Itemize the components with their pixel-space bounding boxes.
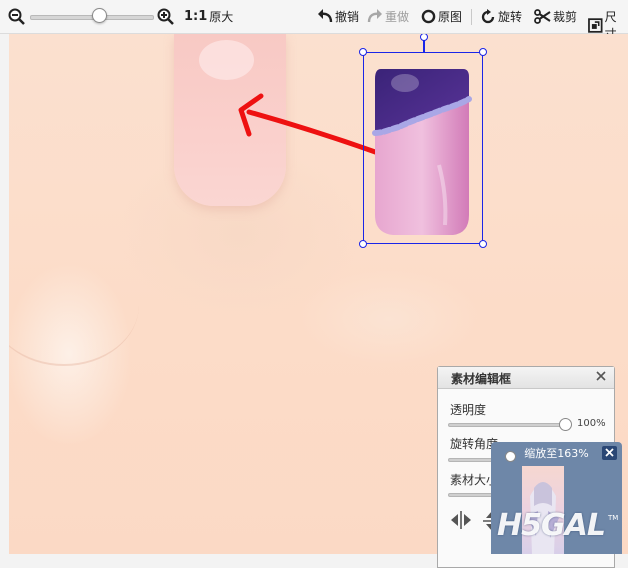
opacity-slider-thumb[interactable] <box>559 418 572 431</box>
panel-header[interactable]: 素材编辑框 <box>438 367 614 389</box>
toolbar-separator <box>471 9 472 25</box>
redo-button[interactable]: 重做 <box>367 8 409 25</box>
undo-label: 撤销 <box>335 10 360 24</box>
opacity-slider-track[interactable] <box>448 423 570 427</box>
original-image-button[interactable]: 原图 <box>421 8 462 25</box>
zoom-preview-overlay: 缩放至163% H5GAL TM <box>491 442 622 554</box>
redo-label: 重做 <box>385 10 410 24</box>
zoom-slider-thumb[interactable] <box>92 8 107 23</box>
original-image-label: 原图 <box>438 10 463 24</box>
redo-icon <box>367 9 382 23</box>
panel-title: 素材编辑框 <box>451 372 512 386</box>
crop-label: 裁剪 <box>553 10 578 24</box>
resize-handle-top-right[interactable] <box>479 48 487 56</box>
toolbar: 1:1 原大 撤销 重做 原图 旋转 裁剪 尺 <box>0 0 628 41</box>
scissors-icon <box>534 9 551 24</box>
preview-slider-thumb[interactable] <box>505 451 516 462</box>
original-size-button[interactable]: 1:1 原大 <box>184 8 233 25</box>
watermark-tm: TM <box>608 514 619 522</box>
ratio-label: 1:1 <box>184 9 208 24</box>
resize-icon <box>588 17 603 33</box>
undo-icon <box>318 9 333 23</box>
zoom-in-icon[interactable] <box>157 8 175 26</box>
rotate-button[interactable]: 旋转 <box>480 8 522 25</box>
close-icon[interactable] <box>595 370 607 382</box>
original-size-label: 原大 <box>209 10 234 24</box>
resize-handle-bottom-right[interactable] <box>479 240 487 248</box>
crop-button[interactable]: 裁剪 <box>534 8 577 25</box>
zoom-out-icon[interactable] <box>8 8 26 26</box>
resize-handle-top-left[interactable] <box>359 48 367 56</box>
rotation-stem <box>423 39 425 53</box>
opacity-value: 100% <box>577 418 606 429</box>
undo-button[interactable]: 撤销 <box>317 8 359 25</box>
watermark-logo: H5GAL <box>497 508 606 543</box>
rotate-label: 旋转 <box>498 10 523 24</box>
circle-icon <box>421 9 436 24</box>
nail-sticker-material[interactable] <box>369 65 475 237</box>
resize-handle-bottom-left[interactable] <box>359 240 367 248</box>
material-selection-box[interactable] <box>359 34 487 248</box>
opacity-label: 透明度 <box>450 403 487 417</box>
zoom-preview-close-button[interactable] <box>602 446 617 460</box>
flip-horizontal-icon[interactable] <box>449 510 473 530</box>
close-icon <box>605 448 614 457</box>
rotate-icon <box>481 8 495 23</box>
